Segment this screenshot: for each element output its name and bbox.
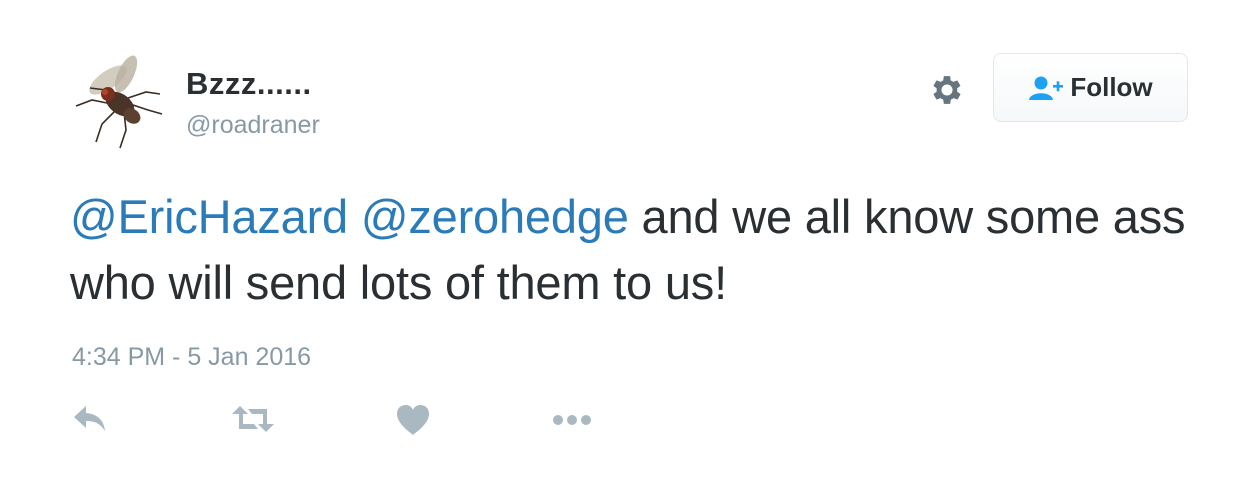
add-user-icon (1029, 76, 1064, 100)
tweet-text: @EricHazard @zerohedge and we all know s… (70, 184, 1190, 316)
fly-avatar[interactable] (68, 52, 168, 152)
retweet-icon[interactable] (232, 404, 274, 434)
tweet-timestamp[interactable]: 4:34 PM - 5 Jan 2016 (72, 343, 311, 372)
like-icon[interactable] (396, 404, 430, 436)
author-display-name[interactable]: Bzzz...... (186, 66, 312, 102)
mention-zerohedge[interactable]: @zerohedge (361, 190, 629, 243)
reply-icon[interactable] (72, 404, 108, 434)
more-icon[interactable] (552, 413, 592, 427)
gear-icon[interactable] (928, 71, 966, 109)
mention-erichazard[interactable]: @EricHazard (70, 190, 348, 243)
author-handle[interactable]: @roadraner (186, 111, 320, 140)
follow-button[interactable]: Follow (993, 53, 1188, 122)
follow-label: Follow (1070, 72, 1153, 102)
